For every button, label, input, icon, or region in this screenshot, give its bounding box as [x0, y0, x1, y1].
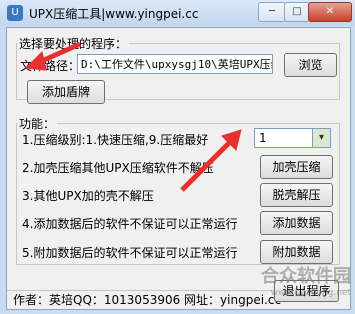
unpack-label: 3.其他UPX加的壳不解压	[22, 189, 154, 203]
minimize-button[interactable]: ─	[258, 2, 286, 22]
path-label: 文件路径：	[20, 59, 81, 73]
pack-compress-button[interactable]: 加壳压缩	[260, 155, 333, 179]
chevron-down-icon[interactable]: ▾	[312, 129, 330, 147]
unpack-button[interactable]: 脱壳解压	[260, 183, 333, 207]
path-input[interactable]: D:\工作文件\upxysgj10\英培UPX压缩	[77, 54, 273, 74]
append-data-button[interactable]: 附加数据	[260, 240, 333, 264]
watermark: 合众软件园 www.hezhong.net	[261, 262, 351, 298]
close-button[interactable]: ✕	[308, 2, 352, 22]
browse-button[interactable]: 浏览	[284, 53, 337, 77]
add-data-label: 4.添加数据后的软件不保证可以正常运行	[22, 217, 238, 231]
file-group-legend: 选择要处理的程序：	[19, 37, 128, 51]
watermark-url: www.hezhong.net	[270, 288, 351, 298]
add-shield-button[interactable]: 添加盾牌	[27, 80, 105, 104]
level-select[interactable]: 1 ▾	[254, 128, 331, 148]
app-icon: U	[7, 5, 23, 21]
level-select-value: 1	[259, 131, 267, 145]
app-window: U UPX压缩工具|www.yingpei.cc ─ □ ✕ 选择要处理的程序：…	[0, 0, 355, 314]
append-data-label: 5.附加数据后的软件不保证可以正常运行	[22, 246, 238, 260]
add-data-button[interactable]: 添加数据	[260, 211, 333, 235]
watermark-text: 合众软件园	[261, 266, 351, 287]
pack-label: 2.加壳压缩其他UPX压缩软件不解压	[22, 161, 214, 175]
title-bar[interactable]: U UPX压缩工具|www.yingpei.cc ─ □ ✕	[0, 0, 355, 26]
status-text: 作者：英培QQ：1013053906 网址：yingpei.cc	[13, 293, 282, 307]
function-group-legend: 功能：	[19, 117, 56, 131]
maximize-button[interactable]: □	[284, 2, 310, 22]
level-label: 1.压缩级别:1.快速压缩,9.压缩最好	[22, 133, 209, 147]
window-title: UPX压缩工具|www.yingpei.cc	[29, 7, 199, 21]
